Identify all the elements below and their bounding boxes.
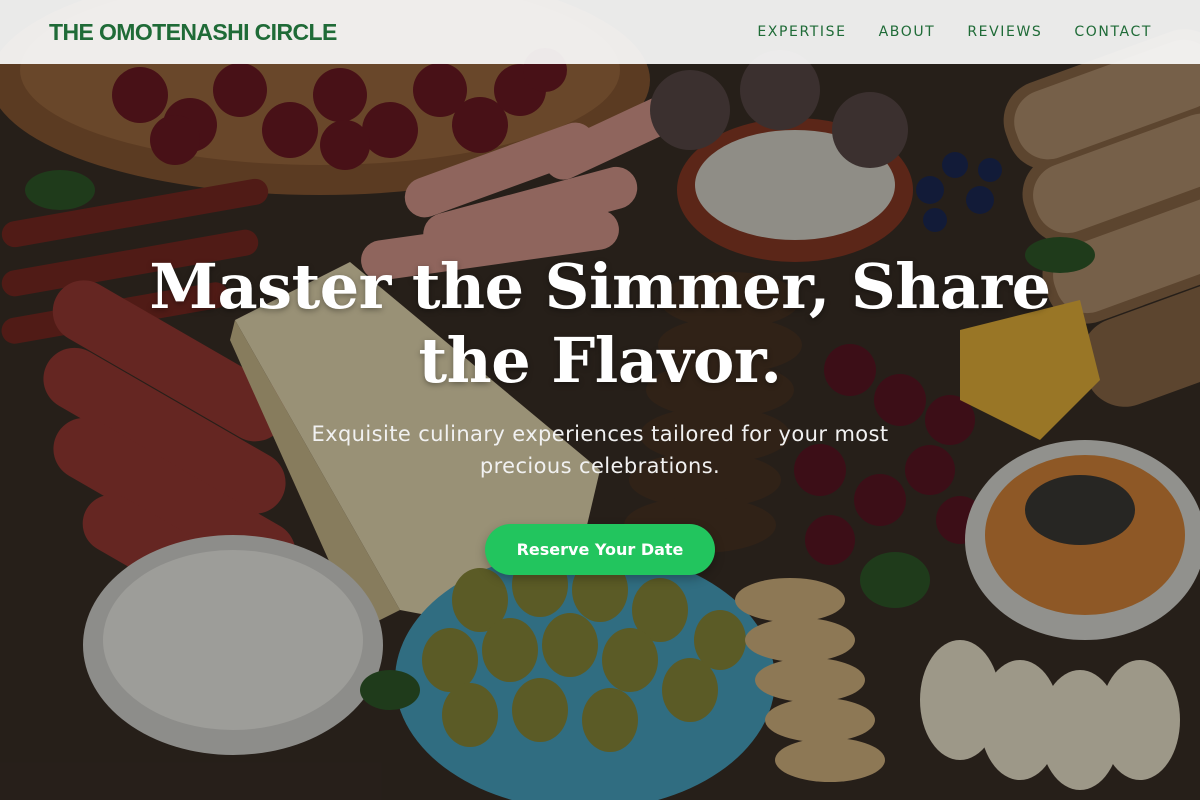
nav-link-contact[interactable]: CONTACT: [1074, 24, 1152, 40]
main-nav: EXPERTISE ABOUT REVIEWS CONTACT: [757, 24, 1152, 40]
reserve-date-button[interactable]: Reserve Your Date: [484, 524, 716, 575]
hero-title: Master the Simmer, Share the Flavor.: [149, 250, 1051, 397]
brand-logo[interactable]: THE OMOTENASHI CIRCLE: [49, 19, 337, 46]
nav-link-expertise[interactable]: EXPERTISE: [757, 24, 846, 40]
nav-link-about[interactable]: ABOUT: [879, 24, 936, 40]
nav-link-reviews[interactable]: REVIEWS: [967, 24, 1042, 40]
site-header: THE OMOTENASHI CIRCLE EXPERTISE ABOUT RE…: [0, 0, 1200, 64]
hero-section: Master the Simmer, Share the Flavor. Exq…: [0, 250, 1200, 575]
hero-subtitle: Exquisite culinary experiences tailored …: [311, 422, 889, 478]
